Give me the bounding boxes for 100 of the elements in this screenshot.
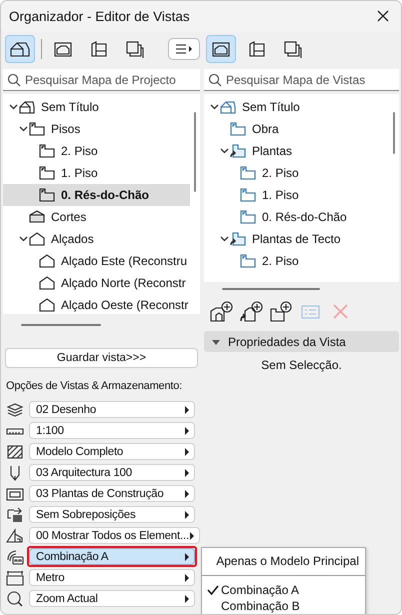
floor-icon bbox=[39, 144, 55, 158]
new-folder-icon[interactable] bbox=[269, 301, 293, 323]
tree-item[interactable]: 0. Rés-do-Chão bbox=[204, 206, 389, 228]
new-view-icon[interactable] bbox=[209, 301, 233, 323]
elevation-icon bbox=[29, 232, 45, 246]
triangle-right-icon bbox=[184, 426, 190, 434]
floor-icon bbox=[230, 122, 246, 136]
floor-icon bbox=[39, 188, 55, 202]
triangle-right-icon bbox=[184, 490, 190, 498]
tree-label: Sem Título bbox=[242, 100, 300, 114]
tree-item[interactable]: Alçado Norte (Reconstr bbox=[3, 272, 190, 294]
tree-label: Alçado Norte (Reconstr bbox=[61, 276, 186, 290]
option-dropdown[interactable]: 03 Plantas de Construção bbox=[29, 485, 195, 502]
menu-item[interactable]: Apenas o Modelo Principal bbox=[202, 550, 365, 569]
scrollbar[interactable] bbox=[393, 112, 395, 154]
floor-icon bbox=[240, 210, 256, 224]
menu-item[interactable]: Combinação B bbox=[202, 598, 365, 614]
triangle-right-icon bbox=[184, 574, 190, 582]
tree-item[interactable]: Cortes bbox=[3, 206, 190, 228]
layers-icon bbox=[6, 402, 24, 418]
search-icon bbox=[7, 72, 21, 86]
view-map-icon bbox=[211, 40, 231, 58]
option-dropdown[interactable]: Sem Sobreposições bbox=[29, 506, 195, 523]
empty-message: Sem Selecção. bbox=[260, 358, 343, 372]
house-icon bbox=[9, 40, 31, 58]
option-dropdown[interactable]: Modelo Completo bbox=[29, 443, 195, 460]
elevation-icon bbox=[39, 298, 55, 312]
menu-icon bbox=[175, 44, 193, 54]
house-outline-icon bbox=[6, 528, 24, 544]
triangle-right-icon bbox=[184, 552, 190, 560]
tree-item[interactable]: Obra bbox=[204, 118, 389, 140]
clone-folder-icon[interactable] bbox=[239, 301, 263, 323]
scrollbar[interactable] bbox=[194, 112, 196, 192]
tree-item[interactable]: Alçados bbox=[3, 228, 190, 250]
section-title: Propriedades da Vista bbox=[228, 334, 346, 348]
search-field[interactable]: Pesquisar Mapa de Vistas bbox=[204, 69, 399, 91]
tree-item[interactable]: Alçado Oeste (Reconstr bbox=[3, 294, 190, 314]
close-icon[interactable] bbox=[377, 10, 389, 22]
scrollbar[interactable] bbox=[222, 288, 320, 290]
triangle-right-icon bbox=[184, 448, 190, 456]
section-label: Opções de Vistas & Armazenamento: bbox=[6, 380, 182, 392]
tree-item[interactable]: 2. Piso bbox=[204, 250, 389, 272]
elevation-icon bbox=[39, 276, 55, 290]
tree-item[interactable]: Plantas de Tecto bbox=[204, 228, 389, 250]
tree-label: Alçado Este (Reconstru bbox=[61, 254, 188, 268]
tree-item[interactable]: Sem Título bbox=[204, 96, 389, 118]
view-tab[interactable] bbox=[5, 35, 35, 63]
option-dropdown[interactable]: 00 Mostrar Todos os Element... bbox=[29, 527, 200, 544]
combination-icon bbox=[6, 548, 24, 564]
house-icon bbox=[220, 100, 236, 114]
tree-item[interactable]: Sem Título bbox=[3, 96, 190, 118]
scrollbar[interactable] bbox=[21, 324, 101, 326]
floor-link-icon bbox=[230, 144, 246, 158]
layout-icon bbox=[247, 40, 267, 58]
floor-icon bbox=[29, 122, 45, 136]
section-icon bbox=[29, 210, 45, 224]
triangle-right-icon bbox=[188, 532, 195, 540]
option-dropdown[interactable]: 02 Desenho bbox=[29, 401, 195, 418]
save-view-button[interactable]: Guardar vista>>> bbox=[5, 348, 198, 368]
menu-button[interactable] bbox=[168, 38, 200, 60]
tree-label: Plantas bbox=[252, 144, 292, 158]
option-dropdown[interactable]: Zoom Actual bbox=[29, 590, 195, 607]
tree-item[interactable]: 1. Piso bbox=[204, 184, 389, 206]
triangle-right-icon bbox=[184, 406, 190, 414]
option-dropdown[interactable]: 03 Arquitectura 100 bbox=[29, 464, 195, 481]
triangle-right-icon bbox=[184, 594, 190, 602]
floor-icon bbox=[240, 188, 256, 202]
floor-icon bbox=[240, 166, 256, 180]
tree-item[interactable]: Plantas bbox=[204, 140, 389, 162]
tree-item[interactable]: 0. Rés-do-Chão bbox=[3, 184, 190, 206]
tree-label: 1. Piso bbox=[262, 188, 299, 202]
tree-label: 0. Rés-do-Chão bbox=[262, 210, 347, 224]
tree-label: Pisos bbox=[51, 122, 80, 136]
tree-label: Sem Título bbox=[41, 100, 99, 114]
tree-label: Plantas de Tecto bbox=[252, 232, 341, 246]
elevation-icon bbox=[39, 254, 55, 268]
tree-item[interactable]: 1. Piso bbox=[3, 162, 190, 184]
dimension-icon bbox=[6, 570, 24, 586]
menu-item-label: Combinação B bbox=[221, 599, 300, 613]
tree-label: 1. Piso bbox=[61, 166, 98, 180]
tree-label: Alçados bbox=[51, 232, 94, 246]
tree-item[interactable]: Alçado Este (Reconstru bbox=[3, 250, 190, 272]
stacked-pages-icon bbox=[125, 40, 145, 58]
tree-item[interactable]: 2. Piso bbox=[3, 140, 190, 162]
hatched-box-icon bbox=[6, 444, 24, 460]
menu-item[interactable]: Combinação A bbox=[202, 582, 365, 598]
tree-item[interactable]: 2. Piso bbox=[204, 162, 389, 184]
tree-label: 0. Rés-do-Chão bbox=[61, 188, 150, 202]
stacked-pages-icon bbox=[283, 40, 303, 58]
properties-header[interactable]: Propriedades da Vista bbox=[204, 331, 399, 352]
option-dropdown[interactable]: 1:100 bbox=[29, 422, 195, 439]
tree-label: 2. Piso bbox=[262, 254, 299, 268]
option-dropdown[interactable]: Combinação A bbox=[29, 548, 195, 565]
tree-item[interactable]: Pisos bbox=[3, 118, 190, 140]
layout-icon bbox=[89, 40, 109, 58]
triangle-right-icon bbox=[184, 468, 190, 476]
search-field[interactable]: Pesquisar Mapa de Projecto bbox=[3, 69, 200, 91]
triangle-down-icon bbox=[212, 340, 220, 346]
view-tab[interactable] bbox=[206, 35, 236, 63]
option-dropdown[interactable]: Metro bbox=[29, 569, 195, 586]
